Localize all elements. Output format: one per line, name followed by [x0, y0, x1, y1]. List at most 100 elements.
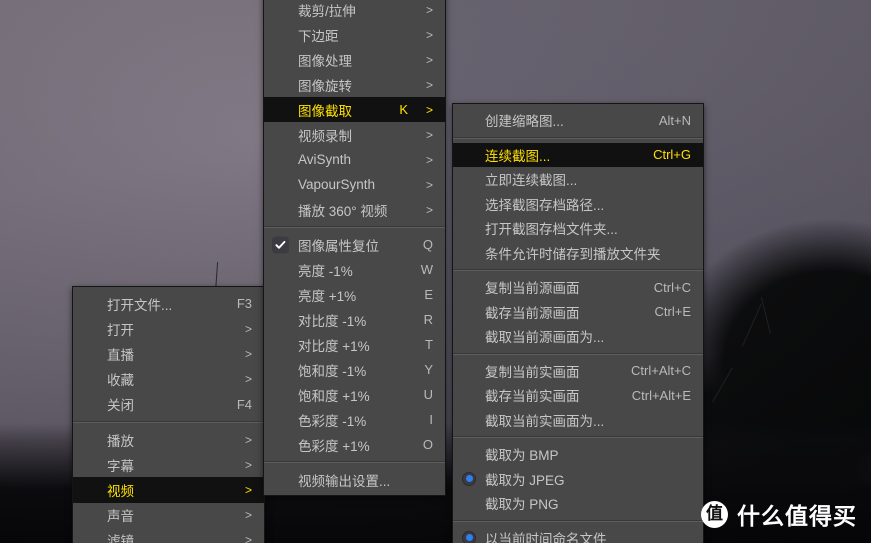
chevron-right-icon: > [244, 533, 252, 543]
menu-item-label: 图像处理 [298, 53, 352, 69]
menu-item-shortcut: Ctrl+Alt+E [631, 387, 691, 403]
menu-item-label: 截取当前实画面为... [485, 413, 605, 429]
menu-item-label: 色彩度 -1% [298, 413, 367, 429]
menu-item-label: 声音 [107, 509, 134, 525]
menu-item-饱和度-1%[interactable]: 饱和度 -1% Y [264, 357, 445, 382]
menu-item-shortcut: F3 [236, 296, 252, 312]
menu-separator [453, 519, 703, 522]
menu-item-亮度-1%[interactable]: 亮度 -1% W [264, 257, 445, 282]
chevron-right-icon: > [244, 508, 252, 523]
menu-item-label: 打开截图存档文件夹... [485, 222, 618, 238]
menu-item-亮度-+1%[interactable]: 亮度 +1% E [264, 282, 445, 307]
menu-item-label: 复制当前源画面 [485, 281, 580, 297]
chevron-right-icon: > [244, 346, 252, 361]
chevron-right-icon: > [425, 202, 433, 217]
menu-item-label: 创建缩略图... [485, 114, 564, 130]
menu-item-截取为-png[interactable]: 截取为 PNG [453, 491, 703, 516]
menu-item-label: 饱和度 +1% [298, 388, 370, 404]
menu-item-立即连续截图[interactable]: 立即连续截图... [453, 167, 703, 192]
menu-item-label: 滤镜 [107, 534, 134, 543]
menu-separator [453, 136, 703, 139]
menu-item-图像旋转[interactable]: 图像旋转 > [264, 72, 445, 97]
menu-item-图像截取[interactable]: 图像截取 K > [264, 97, 445, 122]
video-menu[interactable]: 裁剪/拉伸 > 下边距 > 图像处理 > 图像旋转 > 图像截取 K > 视频录制 > AviSynth >… [263, 0, 446, 496]
menu-item-下边距[interactable]: 下边距 > [264, 22, 445, 47]
menu-item-label: 字幕 [107, 458, 134, 474]
menu-item-复制当前实画面[interactable]: 复制当前实画面 Ctrl+Alt+C [453, 359, 703, 384]
menu-item-视频输出设置[interactable]: 视频输出设置... [264, 467, 445, 492]
menu-item-以当前时间命名文件[interactable]: 以当前时间命名文件 [453, 526, 703, 543]
menu-item-视频录制[interactable]: 视频录制 > [264, 122, 445, 147]
menu-item-图像处理[interactable]: 图像处理 > [264, 47, 445, 72]
menu-item-截取为-jpeg[interactable]: 截取为 JPEG [453, 467, 703, 492]
menu-item-打开文件[interactable]: 打开文件... F3 [73, 291, 264, 316]
menu-item-label: 对比度 +1% [298, 338, 370, 354]
image-capture-submenu[interactable]: 创建缩略图... Alt+N 连续截图... Ctrl+G 立即连续截图... 选择截图存… [452, 103, 704, 543]
menu-item-连续截图[interactable]: 连续截图... Ctrl+G [453, 142, 703, 167]
menu-item-条件允许时储存到播放文件夹[interactable]: 条件允许时储存到播放文件夹 [453, 241, 703, 266]
chevron-right-icon: > [425, 2, 433, 17]
menu-item-shortcut: T [425, 337, 433, 352]
menu-item-截取为-bmp[interactable]: 截取为 BMP [453, 442, 703, 467]
menu-item-label: AviSynth [298, 152, 352, 167]
menu-item-图像属性复位[interactable]: 图像属性复位 Q [264, 232, 445, 257]
menu-item-视频[interactable]: 视频 > [73, 477, 264, 503]
menu-item-shortcut: I [429, 412, 433, 427]
menu-item-复制当前源画面[interactable]: 复制当前源画面 Ctrl+C [453, 275, 703, 300]
chevron-right-icon: > [244, 482, 252, 497]
menu-item-播放-360°-视频[interactable]: 播放 360° 视频 > [264, 197, 445, 222]
menu-item-截取当前实画面为[interactable]: 截取当前实画面为... [453, 408, 703, 433]
menu-item-label: 选择截图存档路径... [485, 197, 605, 213]
chevron-right-icon: > [425, 152, 433, 167]
chevron-right-icon: > [244, 457, 252, 472]
menu-item-截取当前源画面为[interactable]: 截取当前源画面为... [453, 324, 703, 349]
menu-item-直播[interactable]: 直播 > [73, 341, 264, 366]
menu-item-shortcut: K [399, 102, 408, 117]
file-menu[interactable]: 打开文件... F3 打开 > 直播 > 收藏 > 关闭 F4 播放 > 字幕 > 视频 > 声音 > 滤镜 > [72, 286, 265, 543]
menu-item-打开截图存档文件夹[interactable]: 打开截图存档文件夹... [453, 216, 703, 241]
menu-item-label: 立即连续截图... [485, 173, 578, 189]
menu-item-label: 色彩度 +1% [298, 438, 370, 454]
menu-item-label: 打开 [107, 322, 134, 338]
menu-item-收藏[interactable]: 收藏 > [73, 367, 264, 392]
menu-item-label: 复制当前实画面 [485, 364, 580, 380]
menu-item-对比度-1%[interactable]: 对比度 -1% R [264, 307, 445, 332]
menu-item-打开[interactable]: 打开 > [73, 316, 264, 341]
checkmark-icon [272, 236, 289, 253]
chevron-right-icon: > [244, 432, 252, 447]
menu-separator [264, 461, 445, 463]
menu-item-播放[interactable]: 播放 > [73, 427, 264, 452]
menu-item-shortcut: F4 [236, 396, 252, 412]
menu-item-label: 视频录制 [298, 128, 352, 144]
menu-separator [73, 420, 264, 423]
menu-item-shortcut: E [424, 287, 433, 302]
menu-item-label: 连续截图... [485, 148, 551, 164]
menu-item-label: 截取为 JPEG [485, 472, 565, 488]
menu-item-vapoursynth[interactable]: VapourSynth > [264, 172, 445, 197]
menu-item-关闭[interactable]: 关闭 F4 [73, 392, 264, 417]
menu-item-shortcut: W [420, 262, 433, 277]
menu-item-声音[interactable]: 声音 > [73, 503, 264, 528]
menu-item-选择截图存档路径[interactable]: 选择截图存档路径... [453, 192, 703, 217]
menu-item-创建缩略图[interactable]: 创建缩略图... Alt+N [453, 108, 703, 133]
menu-item-label: 视频 [107, 483, 134, 499]
menu-item-shortcut: Ctrl+C [653, 279, 691, 295]
menu-item-色彩度-1%[interactable]: 色彩度 -1% I [264, 407, 445, 432]
chevron-right-icon: > [425, 27, 433, 42]
menu-item-shortcut: Q [422, 237, 433, 252]
menu-item-label: VapourSynth [298, 177, 376, 192]
menu-item-截存当前实画面[interactable]: 截存当前实画面 Ctrl+Alt+E [453, 383, 703, 408]
menu-item-label: 关闭 [107, 398, 134, 414]
menu-item-滤镜[interactable]: 滤镜 > [73, 528, 264, 543]
menu-item-字幕[interactable]: 字幕 > [73, 452, 264, 477]
menu-item-label: 直播 [107, 347, 134, 363]
menu-item-对比度-+1%[interactable]: 对比度 +1% T [264, 332, 445, 357]
menu-item-饱和度-+1%[interactable]: 饱和度 +1% U [264, 382, 445, 407]
video-menu-items: 裁剪/拉伸 > 下边距 > 图像处理 > 图像旋转 > 图像截取 K > 视频录制 > AviSynth >… [264, 0, 445, 496]
menu-item-色彩度-+1%[interactable]: 色彩度 +1% O [264, 432, 445, 457]
menu-item-avisynth[interactable]: AviSynth > [264, 147, 445, 172]
menu-item-截存当前源画面[interactable]: 截存当前源画面 Ctrl+E [453, 300, 703, 325]
menu-item-label: 亮度 +1% [298, 288, 357, 304]
menu-item-裁剪-拉伸[interactable]: 裁剪/拉伸 > [264, 0, 445, 22]
menu-item-label: 截取为 PNG [485, 497, 559, 513]
